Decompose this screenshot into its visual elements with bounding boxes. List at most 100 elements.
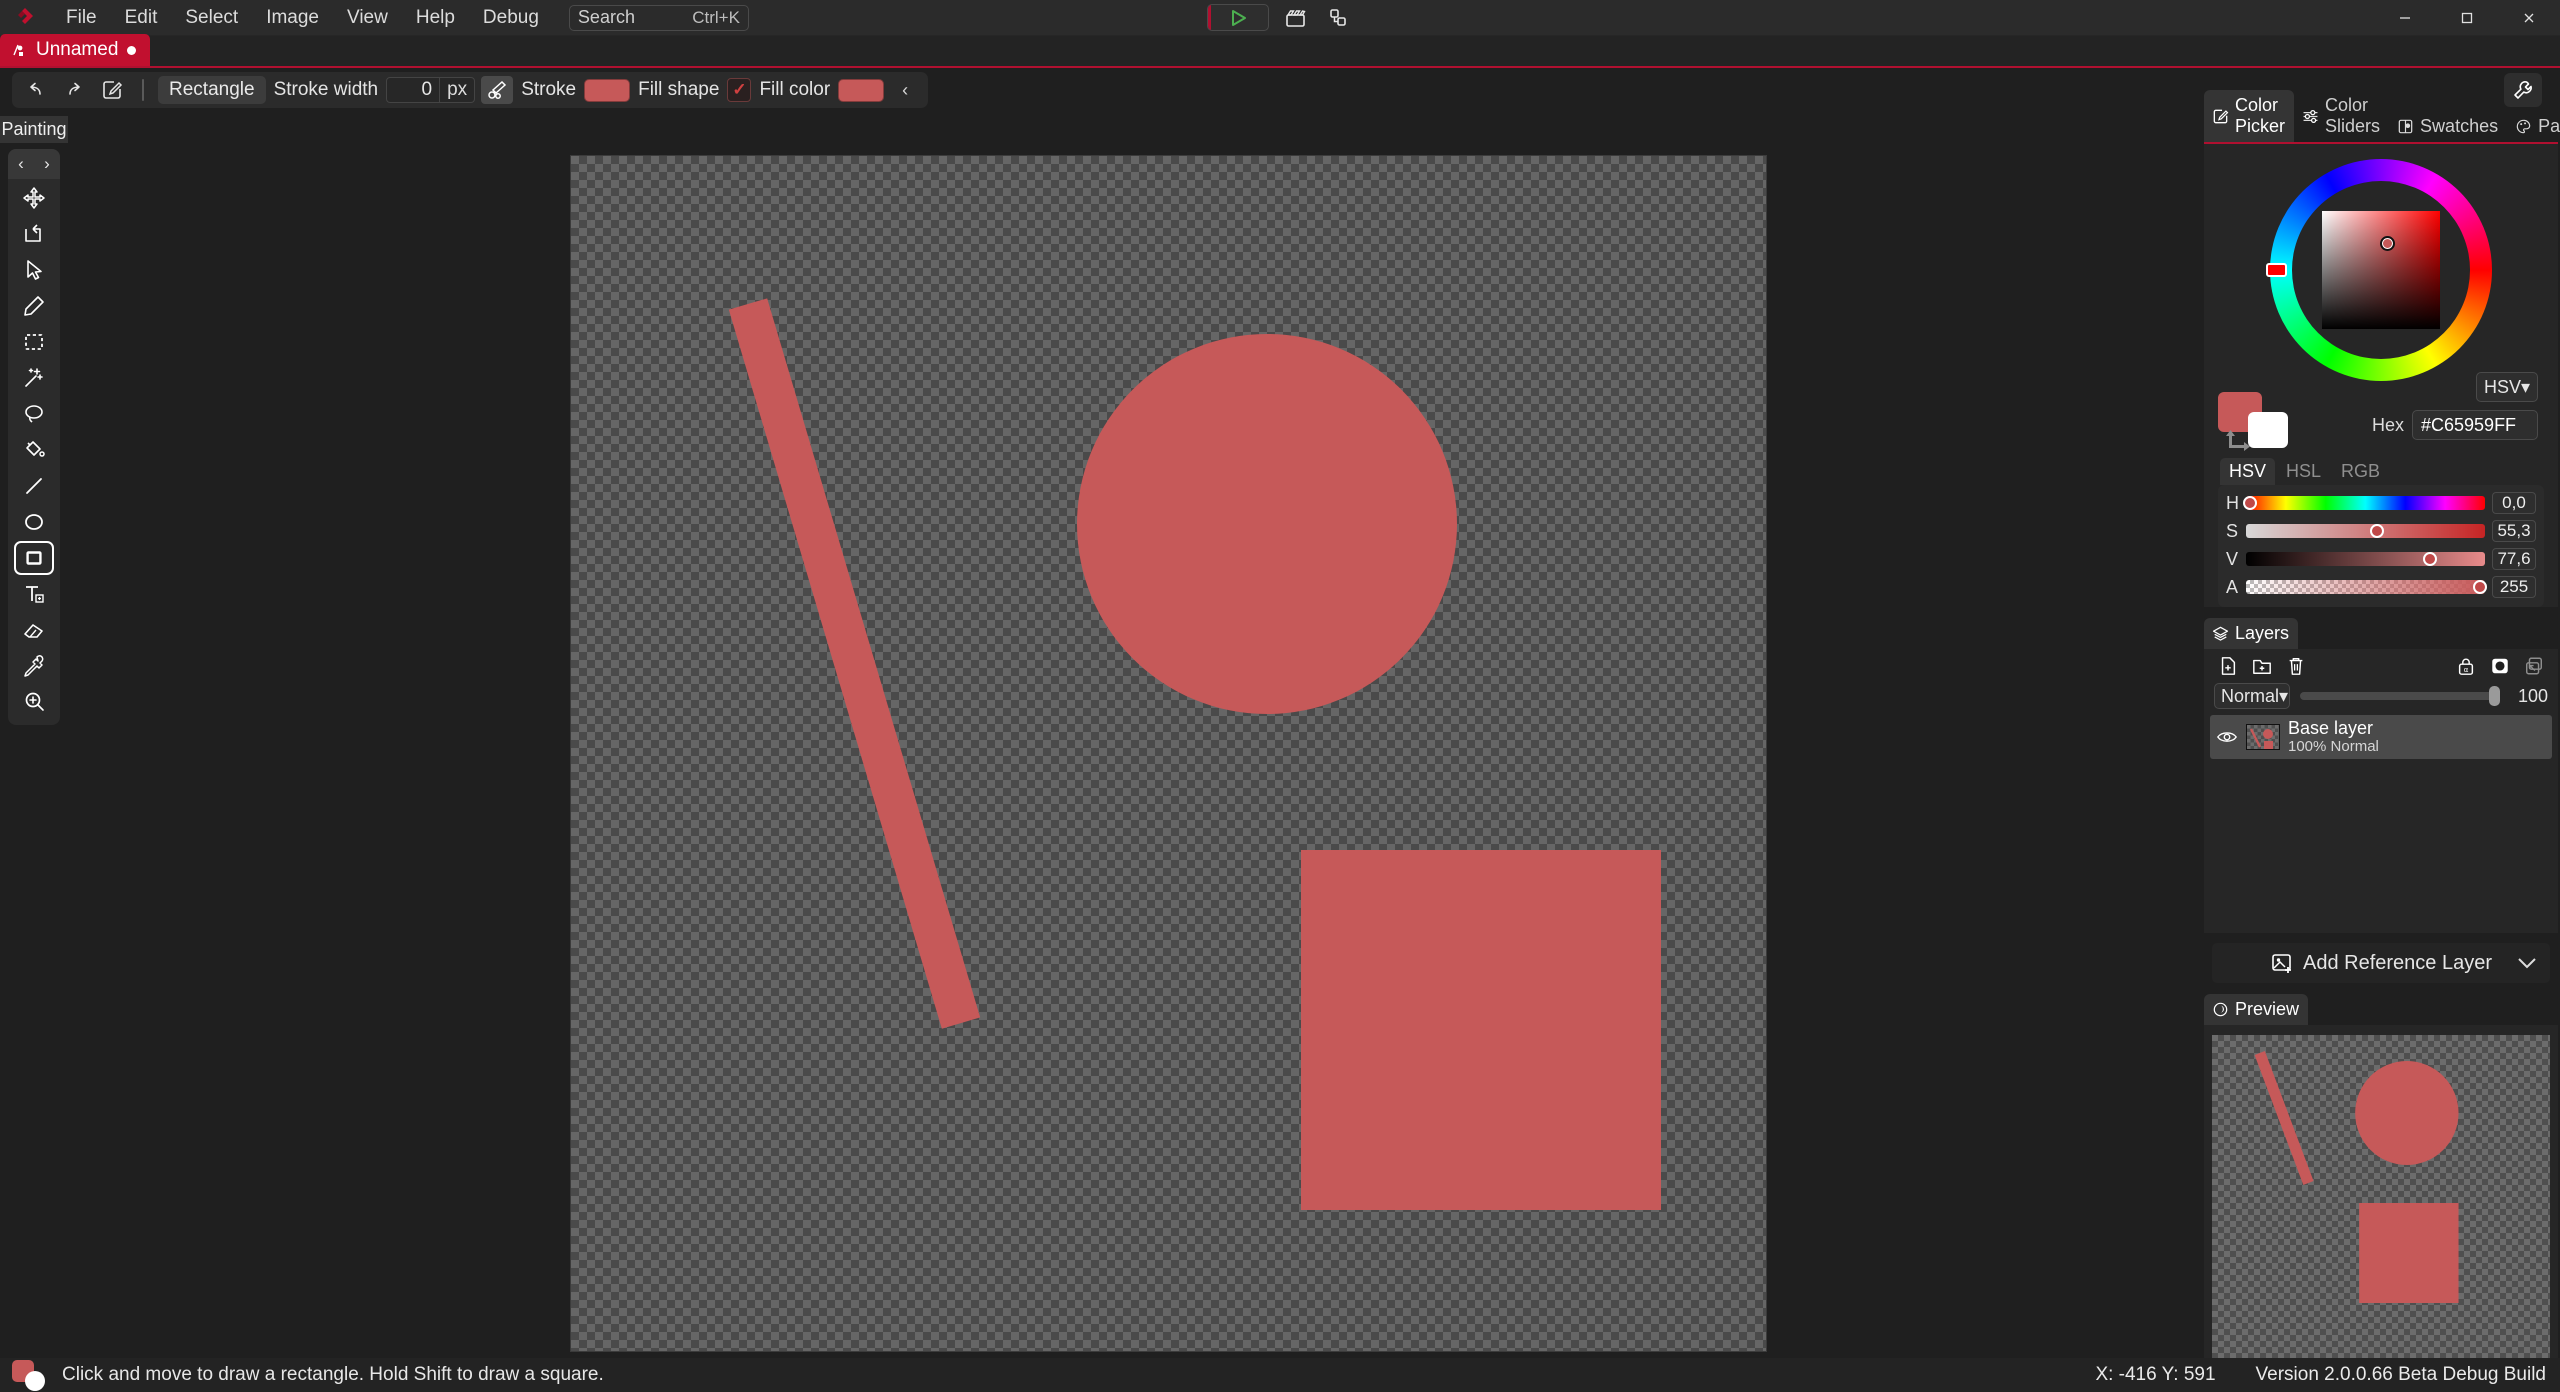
color-picker-icon — [2212, 108, 2229, 125]
tab-swatches[interactable]: Swatches — [2389, 111, 2507, 142]
document-tab-unnamed[interactable]: Unnamed — [0, 34, 150, 66]
add-reference-layer-button[interactable]: Add Reference Layer — [2212, 943, 2550, 983]
zoom-tool[interactable] — [14, 685, 54, 719]
lasso-tool[interactable] — [14, 397, 54, 431]
sv-cursor[interactable] — [2380, 236, 2395, 251]
collapse-toolbar-button[interactable]: ‹ — [890, 75, 920, 105]
model-tab-hsv[interactable]: HSV — [2220, 458, 2275, 485]
slider-hue-value[interactable]: 0,0 — [2492, 492, 2536, 514]
undo-button[interactable] — [20, 76, 52, 104]
eye-icon[interactable] — [2216, 729, 2238, 745]
select-arrow-tool[interactable] — [14, 253, 54, 287]
menu-items: File Edit Select Image View Help Debug — [52, 1, 553, 35]
status-background-swatch[interactable] — [25, 1371, 45, 1391]
hue-cursor[interactable] — [2266, 263, 2287, 277]
add-group-button[interactable] — [2248, 653, 2276, 679]
drawing-canvas[interactable] — [571, 156, 1766, 1351]
layer-mask-button[interactable] — [2486, 653, 2514, 679]
magic-wand-tool[interactable] — [14, 361, 54, 395]
layer-thumbnail — [2246, 724, 2280, 750]
chevron-down-icon[interactable] — [2516, 956, 2538, 970]
wrench-icon — [2512, 79, 2534, 101]
fill-color-swatch[interactable] — [838, 79, 884, 102]
slider-saturation-value[interactable]: 55,3 — [2492, 520, 2536, 542]
layer-opacity-value[interactable]: 100 — [2508, 686, 2548, 707]
menu-select[interactable]: Select — [171, 1, 252, 35]
layer-opacity-slider[interactable] — [2300, 692, 2498, 700]
menu-view[interactable]: View — [333, 1, 402, 35]
slider-alpha-value[interactable]: 255 — [2492, 576, 2536, 598]
minimize-button[interactable] — [2374, 0, 2436, 36]
tool-prev-button[interactable]: ‹ — [18, 154, 24, 174]
shape-type-chip[interactable]: Rectangle — [158, 76, 266, 104]
tab-color-sliders[interactable]: Color Sliders — [2294, 90, 2389, 142]
move-tool[interactable] — [14, 181, 54, 215]
clapperboard-icon — [1285, 8, 1307, 28]
canvas-rectangle-shape — [1301, 850, 1661, 1210]
toolbar-settings-button[interactable] — [2504, 73, 2542, 107]
status-color-indicator[interactable] — [12, 1360, 54, 1390]
add-layer-button[interactable] — [2214, 653, 2242, 679]
tab-preview[interactable]: Preview — [2204, 994, 2308, 1025]
menu-file[interactable]: File — [52, 1, 111, 35]
paint-bucket-tool[interactable] — [14, 433, 54, 467]
blend-mode-select[interactable]: Normal ▾ — [2214, 683, 2290, 709]
slider-value-value[interactable]: 77,6 — [2492, 548, 2536, 570]
canvas-circle-shape — [1077, 334, 1457, 714]
fill-shape-checkbox[interactable]: ✓ — [727, 78, 751, 102]
menu-edit[interactable]: Edit — [111, 1, 172, 35]
menu-help[interactable]: Help — [402, 1, 469, 35]
transform-tool[interactable] — [14, 217, 54, 251]
rect-select-tool[interactable] — [14, 325, 54, 359]
slider-alpha-track[interactable] — [2246, 580, 2485, 594]
stroke-label: Stroke — [519, 79, 578, 101]
node-graph-button[interactable] — [1323, 4, 1353, 32]
tab-layers[interactable]: Layers — [2204, 618, 2298, 649]
canvas-content — [571, 156, 1766, 1351]
alpha-lock-button[interactable]: α — [2452, 653, 2480, 679]
color-mode-select[interactable]: HSV ▾ — [2476, 372, 2538, 402]
close-button[interactable] — [2498, 0, 2560, 36]
brush-icon — [486, 79, 508, 101]
clapperboard-button[interactable] — [1281, 4, 1311, 32]
fill-shape-label: Fill shape — [636, 79, 721, 101]
tab-color-picker[interactable]: Color Picker — [2204, 90, 2294, 142]
stroke-color-swatch[interactable] — [584, 79, 630, 102]
edit-button[interactable] — [96, 76, 128, 104]
slider-value-track[interactable] — [2246, 552, 2485, 566]
eraser-tool[interactable] — [14, 613, 54, 647]
layers-panel-body: α Normal ▾ — [2204, 649, 2558, 933]
delete-layer-button[interactable] — [2282, 653, 2310, 679]
layer-row-base-layer[interactable]: Base layer 100% Normal — [2210, 715, 2552, 759]
color-wheel-wrapper[interactable] — [2204, 144, 2558, 396]
canvas-area[interactable] — [68, 112, 2200, 1358]
background-color-swatch[interactable] — [2248, 412, 2288, 448]
hex-input[interactable]: #C65959FF — [2412, 410, 2538, 440]
model-tab-rgb[interactable]: RGB — [2332, 458, 2389, 485]
run-play-button[interactable] — [1207, 4, 1269, 31]
merge-layer-button[interactable] — [2520, 653, 2548, 679]
menu-debug[interactable]: Debug — [469, 1, 553, 35]
slider-saturation-track[interactable] — [2246, 524, 2485, 538]
stroke-width-input[interactable]: 0 — [386, 77, 440, 103]
eyedropper-tool[interactable] — [14, 649, 54, 683]
tab-palette[interactable]: Palette — [2507, 111, 2560, 142]
search-input[interactable]: Search Ctrl+K — [569, 5, 749, 31]
brush-settings-button[interactable] — [481, 76, 513, 104]
swap-arrows-icon[interactable] — [2224, 428, 2254, 454]
line-tool[interactable] — [14, 469, 54, 503]
maximize-button[interactable] — [2436, 0, 2498, 36]
ellipse-tool[interactable] — [14, 505, 54, 539]
stroke-width-unit[interactable]: px — [440, 77, 475, 103]
text-tool[interactable] — [14, 577, 54, 611]
pencil-tool[interactable] — [14, 289, 54, 323]
rectangle-tool[interactable] — [14, 541, 54, 575]
saturation-value-square[interactable] — [2322, 211, 2440, 329]
slider-hue-track[interactable] — [2246, 496, 2485, 510]
layer-opacity-knob[interactable] — [2489, 686, 2500, 706]
menu-image[interactable]: Image — [252, 1, 333, 35]
color-mode-label: HSV — [2484, 377, 2521, 398]
model-tab-hsl[interactable]: HSL — [2277, 458, 2330, 485]
redo-button[interactable] — [58, 76, 90, 104]
tool-next-button[interactable]: › — [44, 154, 50, 174]
